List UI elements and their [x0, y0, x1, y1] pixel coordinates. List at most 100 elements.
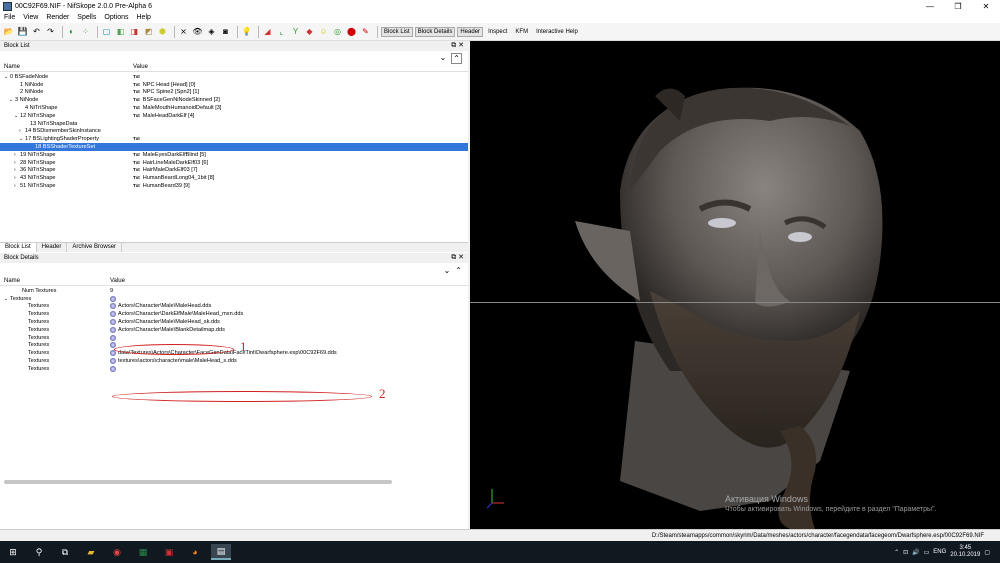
- show-nodes-icon[interactable]: ◈: [206, 26, 217, 37]
- texture-file-icon[interactable]: [110, 365, 116, 372]
- texture-file-icon[interactable]: [110, 358, 116, 365]
- disable-shaders-icon[interactable]: ✎: [360, 26, 371, 37]
- block-details-row[interactable]: Num Textures 9: [0, 287, 468, 295]
- texture-file-icon[interactable]: [110, 319, 116, 326]
- texture-file-icon[interactable]: [110, 334, 116, 341]
- redo-icon[interactable]: ↷: [45, 26, 56, 37]
- field-value[interactable]: Actors\Character\Male\MaleHead.dds: [118, 303, 211, 309]
- show-hidden-icon[interactable]: 👁: [192, 26, 203, 37]
- menu-view[interactable]: View: [23, 14, 38, 21]
- light-icon[interactable]: 💡: [241, 26, 252, 37]
- tab-header[interactable]: Header: [37, 243, 68, 252]
- menu-render[interactable]: Render: [46, 14, 69, 21]
- excel-icon[interactable]: ▦: [133, 544, 153, 560]
- load-icon[interactable]: 📂: [3, 26, 14, 37]
- close-button[interactable]: ✕: [972, 0, 1000, 12]
- texture-file-icon[interactable]: [110, 326, 116, 333]
- block-list-row[interactable]: ⌄ 3 NiNode Txt BSFaceGenNiNodeSkinned [2]: [0, 96, 468, 104]
- block-details-row[interactable]: Textures: [0, 334, 468, 342]
- view-top-icon[interactable]: ◨: [129, 26, 140, 37]
- undo-icon[interactable]: ↶: [31, 26, 42, 37]
- app-red-icon[interactable]: ▣: [159, 544, 179, 560]
- block-details-dock-controls[interactable]: ⧉ ✕: [451, 253, 464, 262]
- block-list-row[interactable]: 13 NiTriShapeData: [0, 120, 468, 128]
- block-details-row[interactable]: Textures Actors\Character\Male\BlankDetai…: [0, 326, 468, 334]
- block-list-row[interactable]: 1 NiNode Txt NPC Head [Head] [0]: [0, 81, 468, 89]
- menu-file[interactable]: File: [4, 14, 15, 21]
- expand-all-icon[interactable]: ⌄: [440, 53, 447, 64]
- notifications-icon[interactable]: ▢: [984, 549, 990, 556]
- field-value[interactable]: Actors\Character\Male\MaleHead_sk.dds: [118, 319, 220, 325]
- screenshot-icon[interactable]: ◙: [220, 26, 231, 37]
- block-list-col-value[interactable]: Value: [133, 64, 148, 70]
- toolbar-header-button[interactable]: Header: [457, 26, 484, 37]
- tab-block-list[interactable]: Block List: [0, 243, 37, 252]
- firefox-icon[interactable]: ◕: [185, 544, 205, 560]
- clock[interactable]: 3:45 20.10.2019: [950, 545, 980, 559]
- field-value[interactable]: textures\actors\character\male\MaleHead_…: [118, 358, 237, 364]
- marker-icon[interactable]: ⬤: [346, 26, 357, 37]
- block-details-row[interactable]: ⌄ Textures: [0, 295, 468, 303]
- block-list-row-selected[interactable]: 18 BSShaderTextureSet: [0, 143, 468, 151]
- texture-file-icon[interactable]: [110, 350, 116, 357]
- block-list-row[interactable]: › 36 NiTriShape Txt HairMaleDarkElf03 [7]: [0, 167, 468, 175]
- render-viewport[interactable]: Активация Windows Чтобы активировать Win…: [470, 41, 1000, 529]
- file-explorer-icon[interactable]: ▰: [81, 544, 101, 560]
- field-value[interactable]: 9: [110, 288, 113, 294]
- block-details-row[interactable]: Textures textures\actors\character\male\M…: [0, 357, 468, 365]
- tab-archive-browser[interactable]: Archive Browser: [67, 243, 123, 252]
- toolbar-kfm-button[interactable]: KFM: [512, 27, 531, 37]
- grid-icon[interactable]: ⁘: [80, 26, 91, 37]
- block-list-row[interactable]: ⌄ 0 BSFadeNode Txt: [0, 73, 468, 81]
- start-icon[interactable]: ⊞: [3, 544, 23, 560]
- textures-icon[interactable]: ⌞: [276, 26, 287, 37]
- view-perspective-icon[interactable]: ⬢: [157, 26, 168, 37]
- block-details-col-value[interactable]: Value: [110, 278, 125, 284]
- vertex-colors-icon[interactable]: Y: [290, 26, 301, 37]
- view-walk-icon[interactable]: ◩: [143, 26, 154, 37]
- maximize-button[interactable]: ❐: [944, 0, 972, 12]
- glow-icon[interactable]: ☺: [318, 26, 329, 37]
- expand-all-icon[interactable]: ⌄: [444, 266, 451, 275]
- toolbar-block-list-button[interactable]: Block List: [381, 26, 413, 37]
- flip-icon[interactable]: ◐: [66, 26, 77, 37]
- minimize-button[interactable]: —: [916, 0, 944, 12]
- toolbar-inspect-button[interactable]: Inspect: [485, 27, 510, 37]
- view-side-icon[interactable]: ◧: [115, 26, 126, 37]
- shading-icon[interactable]: ◢: [262, 26, 273, 37]
- battery-icon[interactable]: ▭: [924, 549, 930, 556]
- task-view-icon[interactable]: ⧉: [55, 544, 75, 560]
- chrome-icon[interactable]: ◉: [107, 544, 127, 560]
- block-details-row[interactable]: Textures Actors\Character\DarkElfMale\Mal…: [0, 310, 468, 318]
- keyboard-lang[interactable]: ENG: [933, 549, 946, 555]
- texture-file-icon[interactable]: [110, 303, 116, 310]
- block-details-row[interactable]: Textures Actors\Character\Male\MaleHead_s…: [0, 318, 468, 326]
- view-front-icon[interactable]: ▢: [101, 26, 112, 37]
- menu-options[interactable]: Options: [104, 14, 128, 21]
- toolbar-interactive-help-button[interactable]: Interactive Help: [533, 27, 581, 37]
- block-details-row[interactable]: Textures data\Textures\Actors\Character\F…: [0, 349, 468, 357]
- menu-help[interactable]: Help: [137, 14, 151, 21]
- block-list-row[interactable]: › 28 NiTriShape Txt HairLineMaleDarkElf03 […: [0, 159, 468, 167]
- collapse-all-icon[interactable]: ⌃: [451, 53, 462, 64]
- block-list-row[interactable]: › 19 NiTriShape Txt MaleEyesDarkElfBlind [5…: [0, 151, 468, 159]
- block-details-row[interactable]: Textures: [0, 342, 468, 350]
- toolbar-block-details-button[interactable]: Block Details: [414, 26, 456, 37]
- menu-spells[interactable]: Spells: [77, 14, 96, 21]
- block-details-row[interactable]: Textures Actors\Character\Male\MaleHead.d…: [0, 303, 468, 311]
- tray-chevron-icon[interactable]: ⌃: [894, 549, 899, 556]
- save-icon[interactable]: 💾: [17, 26, 28, 37]
- block-list-row[interactable]: 2 NiNode Txt NPC Spine2 [Spn2] [1]: [0, 89, 468, 97]
- cube-map-icon[interactable]: ◎: [332, 26, 343, 37]
- block-list-row[interactable]: ⌄ 12 NiTriShape Txt MaleHeadDarkElf [4]: [0, 112, 468, 120]
- block-list-row[interactable]: › 14 BSDismemberSkinInstance: [0, 128, 468, 136]
- network-icon[interactable]: ⊡: [903, 549, 908, 556]
- block-list-row[interactable]: › 43 NiTriShape Txt HumanBeardLong04_1bit […: [0, 174, 468, 182]
- specular-icon[interactable]: ◆: [304, 26, 315, 37]
- block-list-row[interactable]: › 51 NiTriShape Txt HumanBeard39 [9]: [0, 182, 468, 190]
- horizontal-scrollbar[interactable]: [4, 480, 392, 484]
- show-axes-icon[interactable]: ⨯: [178, 26, 189, 37]
- block-list-row[interactable]: 4 NiTriShape Txt MaleMouthHumanoidDefault …: [0, 104, 468, 112]
- block-list-row[interactable]: ⌄ 17 BSLightingShaderProperty Txt: [0, 135, 468, 143]
- block-list-dock-controls[interactable]: ⧉ ✕: [451, 41, 464, 50]
